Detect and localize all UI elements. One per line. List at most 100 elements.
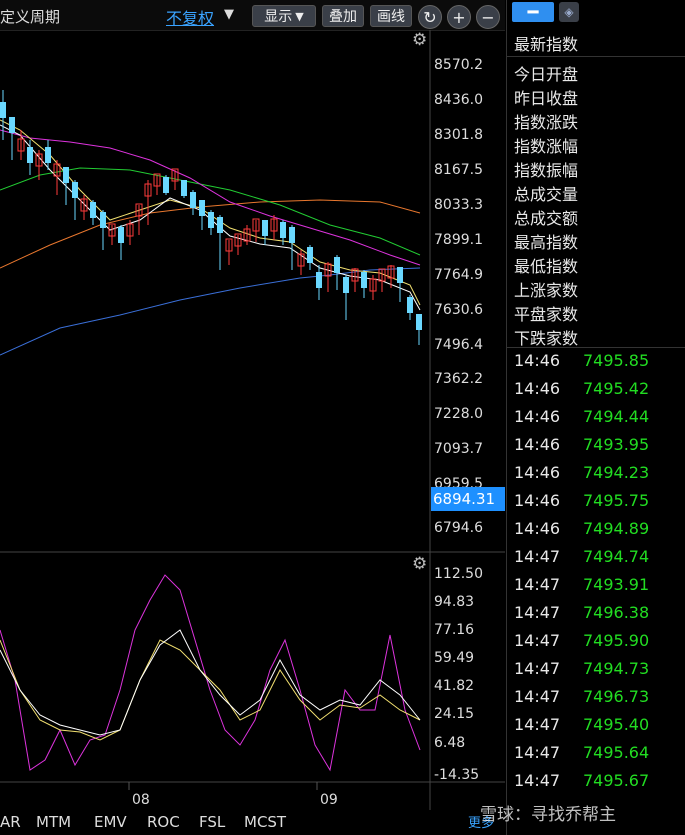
candle-body [334,257,340,273]
price-tick-label: 7764.9 [434,267,483,283]
tick-time: 14:47 [514,603,561,622]
candle-body [416,314,422,330]
indicator-tick-label: 41.82 [434,678,474,694]
indicator-tick-label: -14.35 [434,767,479,783]
candle-body [307,247,313,263]
panel-header: ━ ◈ [507,0,685,27]
price-tick-label: 7362.2 [434,371,483,387]
index-field-label: 昨日收盘 [514,89,579,108]
candle-body [9,117,15,133]
price-tick-label: 8033.3 [434,197,483,213]
tab-emv[interactable]: EMV [94,813,127,831]
gear-icon[interactable]: ⚙ [412,554,427,574]
candle-body [90,202,96,218]
tick-value: 7494.73 [583,659,650,678]
candlestick-series [0,90,422,345]
display-label: 显示 [264,9,293,25]
candle-body [190,192,196,208]
price-tick-label: 6794.6 [434,520,483,536]
tab-fsl[interactable]: FSL [199,813,225,831]
index-field-label: 总成交量 [514,185,579,204]
date-axis: 08 09 [128,782,338,808]
candle-body [72,182,78,198]
tick-time: 14:46 [514,463,561,482]
tick-value: 7494.89 [583,519,650,538]
chevron-down-icon: ▼ [295,9,304,23]
price-tick-label: 7496.4 [434,337,483,353]
tick-value: 7495.67 [583,771,650,790]
draw-line-button[interactable]: 画线 [370,5,412,27]
tick-time: 14:47 [514,743,561,762]
navigate-icon[interactable]: ◈ [559,2,579,22]
panel-title: 最新指数 [514,35,579,54]
chart-toolbar: 定义周期 不复权 ▼ 显示 ▼ 叠加 画线 ↻ + − [0,0,505,31]
price-axis: 8570.2 8436.0 8301.8 8167.5 8033.3 7899.1 7764… [434,57,483,536]
watermark-text: 雪球：寻找乔帮主 [480,805,616,825]
price-tick-label: 8436.0 [434,92,483,108]
candle-body [217,217,223,233]
kline-chart[interactable]: 8570.2 8436.0 8301.8 8167.5 8033.3 7899.1 7764… [0,30,505,810]
display-button[interactable]: 显示 ▼ [252,5,316,27]
candle-body [100,212,106,228]
period-label[interactable]: 定义周期 [0,6,60,27]
candle-body [45,147,51,163]
chevron-down-icon[interactable]: ▼ [224,7,234,22]
index-fields: 今日开盘 昨日收盘 指数涨跌 指数涨幅 指数振幅 总成交量 总成交额 最高指数 最低指数 上涨家数… [507,56,685,348]
gear-icon[interactable]: ⚙ [412,30,427,50]
tick-value: 7496.38 [583,603,650,622]
indicator-tabs: AR MTM EMV ROC FSL MCST [0,810,505,835]
tick-value: 7496.73 [583,687,650,706]
current-price-badge: 6894.31 [431,487,505,511]
tick-time: 14:46 [514,351,561,370]
candle-body [0,102,6,118]
tick-time: 14:46 [514,407,561,426]
indicator-tick-label: 24.15 [434,706,474,722]
tick-value: 7494.44 [583,407,650,426]
tab-mcst[interactable]: MCST [244,813,286,831]
candle-body [397,267,403,283]
price-tick-label: 7630.6 [434,302,483,318]
candle-body [163,177,169,193]
tick-value: 7494.74 [583,547,650,566]
price-tick-label: 7093.7 [434,441,483,457]
candle-body [181,180,187,196]
tick-time: 14:47 [514,575,561,594]
tick-value: 7493.95 [583,435,650,454]
tick-value: 7495.75 [583,491,650,510]
tick-value: 7495.42 [583,379,650,398]
candle-body [407,297,413,313]
indicator-white-line [0,629,421,736]
tick-time: 14:47 [514,659,561,678]
candle-body [289,227,295,243]
tick-time: 14:46 [514,435,561,454]
price-tick-label: 8301.8 [434,127,483,143]
tab-ar[interactable]: AR [0,813,21,831]
minus-icon[interactable]: − [476,5,500,29]
candle-body [27,147,33,163]
overlay-button[interactable]: 叠加 [322,5,364,27]
tab-roc[interactable]: ROC [147,813,180,831]
tick-time: 14:47 [514,715,561,734]
quote-panel: ━ ◈ 最新指数 今日开盘 昨日收盘 指数涨跌 指数涨幅 指数振幅 总成交量 总成交额 最高指… [506,0,685,835]
tick-time: 14:46 [514,491,561,510]
tab-mtm[interactable]: MTM [36,813,71,831]
candle-body [208,212,214,228]
tick-value: 7495.64 [583,743,650,762]
plus-icon[interactable]: + [447,5,471,29]
price-tick-label: 7228.0 [434,406,483,422]
indicator-tick-label: 94.83 [434,594,474,610]
collapse-button[interactable]: ━ [512,2,554,23]
refresh-icon[interactable]: ↻ [418,5,442,29]
index-field-label: 指数涨幅 [514,137,579,156]
tick-value: 7493.91 [583,575,650,594]
adjust-select[interactable]: 不复权 [166,5,214,29]
candle-body [199,200,205,216]
indicator-axis: 112.50 94.83 77.16 59.49 41.82 24.15 6.48 -14.3… [434,566,483,783]
ma-orange-line [0,199,421,269]
indicator-tick-label: 112.50 [434,566,483,582]
candle-body [262,220,268,236]
index-field-label: 下跌家数 [514,329,579,348]
index-field-label: 最高指数 [514,233,579,252]
candle-body [361,272,367,288]
candle-body [343,277,349,293]
